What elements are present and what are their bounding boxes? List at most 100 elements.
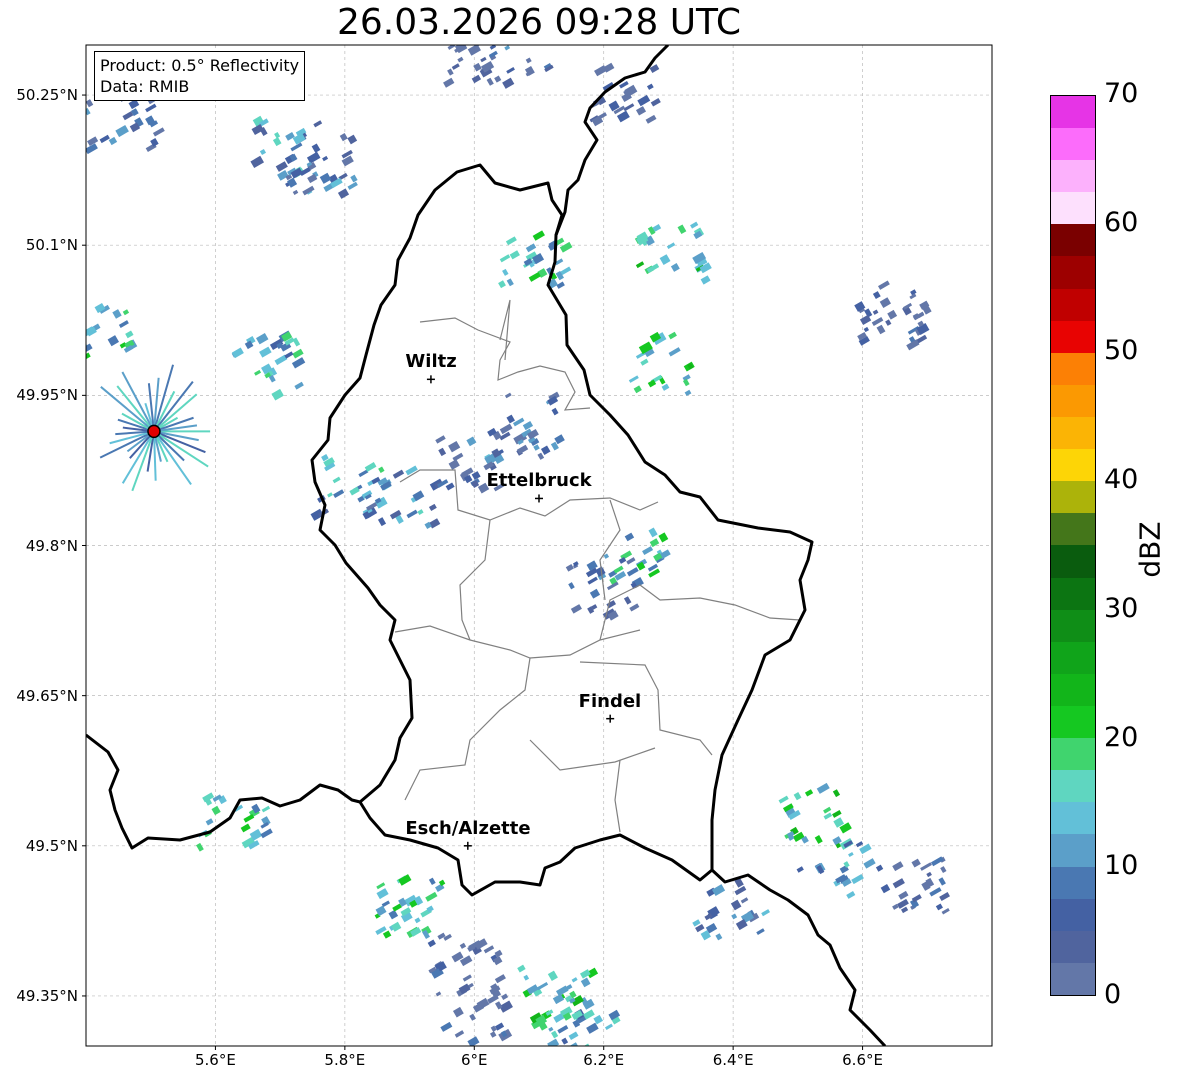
reflectivity-pixel xyxy=(240,823,251,833)
reflectivity-pixel xyxy=(548,1026,554,1032)
reflectivity-pixel xyxy=(451,63,460,70)
reflectivity-pixel xyxy=(692,919,701,927)
reflectivity-pixel xyxy=(376,888,389,900)
reflectivity-pixel xyxy=(16,425,22,431)
reflectivity-pixel xyxy=(122,309,130,316)
reflectivity-pixel xyxy=(427,939,436,948)
reflectivity-pixel xyxy=(523,974,530,981)
reflectivity-pixel xyxy=(517,964,526,973)
reflectivity-pixel xyxy=(565,563,574,572)
colorbar-segment xyxy=(1051,95,1095,129)
reflectivity-pixel xyxy=(261,805,271,813)
city-label: Wiltz xyxy=(405,351,457,373)
reflectivity-pixel xyxy=(587,576,598,585)
reflectivity-pixel xyxy=(438,447,447,457)
reflectivity-pixel xyxy=(382,930,392,939)
reflectivity-pixel xyxy=(462,29,471,38)
city-label: Ettelbruck xyxy=(486,470,592,492)
reflectivity-pixel xyxy=(872,291,881,300)
reflectivity-pixel xyxy=(878,280,890,290)
reflectivity-pixel xyxy=(292,189,299,195)
colorbar-tick-label: 0 xyxy=(1104,979,1122,1010)
reflectivity-pixel xyxy=(536,981,549,991)
radar-map xyxy=(15,23,993,1050)
reflectivity-pixel xyxy=(940,866,947,874)
reflectivity-pixel xyxy=(471,74,482,84)
reflectivity-pixel xyxy=(272,137,282,147)
x-tick-label: 5.6°E xyxy=(195,1051,236,1069)
reflectivity-pixel xyxy=(642,546,654,556)
reflectivity-pixel xyxy=(872,309,879,315)
reflectivity-pixel xyxy=(99,134,110,144)
reflectivity-pixel xyxy=(107,335,120,347)
reflectivity-pixel xyxy=(571,977,578,983)
reflectivity-pixel xyxy=(551,1030,559,1039)
reflectivity-pixel xyxy=(626,567,639,577)
reflectivity-pixel xyxy=(941,908,950,915)
reflectivity-pixel xyxy=(376,882,386,890)
x-tick-label: 6.4°E xyxy=(712,1051,754,1069)
reflectivity-pixel xyxy=(846,891,856,899)
colorbar-segment xyxy=(1051,866,1095,899)
reflectivity-pixel xyxy=(885,319,892,326)
reflectivity-pixel xyxy=(292,337,301,347)
reflectivity-pixel xyxy=(311,143,321,153)
reflectivity-pixel xyxy=(48,415,58,424)
reflectivity-pixel xyxy=(512,417,525,427)
reflectivity-pixel xyxy=(635,261,645,269)
reflectivity-pixel xyxy=(347,134,358,145)
reflectivity-pixel xyxy=(250,155,264,169)
reflectivity-pixel xyxy=(86,343,93,353)
colorbar-segment xyxy=(1051,834,1095,867)
reflectivity-pixel xyxy=(327,492,333,498)
colorbar-segment xyxy=(1051,930,1095,963)
reflectivity-pixel xyxy=(863,326,870,333)
reflectivity-pixel xyxy=(875,864,884,872)
colorbar-segment xyxy=(1051,481,1095,514)
reflectivity-pixel xyxy=(15,429,24,437)
y-tick-label: 49.65°N xyxy=(16,686,78,705)
colorbar-segment xyxy=(1051,898,1095,931)
reflectivity-pixel xyxy=(897,898,909,909)
reflectivity-pixel xyxy=(816,782,830,794)
reflectivity-pixel xyxy=(377,517,387,527)
reflectivity-pixel xyxy=(452,452,464,462)
reflectivity-pixel xyxy=(855,841,864,848)
colorbar-segment xyxy=(1051,352,1095,385)
reflectivity-pixel xyxy=(388,909,399,920)
reflectivity-pixel xyxy=(428,503,437,512)
reflectivity-pixel xyxy=(540,445,551,455)
colorbar-tick-label: 40 xyxy=(1104,464,1139,496)
reflectivity-pixel xyxy=(459,23,465,28)
reflectivity-pixel xyxy=(86,107,91,116)
germany-border xyxy=(554,45,670,236)
colorbar-tick-label: 20 xyxy=(1104,721,1139,753)
reflectivity-pixel xyxy=(454,1030,465,1038)
colorbar-tick-label: 50 xyxy=(1104,335,1139,367)
reflectivity-pixel xyxy=(670,263,680,272)
reflectivity-pixel xyxy=(443,77,455,88)
reflectivity-pixel xyxy=(392,469,405,479)
reflectivity-pixel xyxy=(31,444,43,454)
reflectivity-pixel xyxy=(260,828,273,839)
reflectivity-pixel xyxy=(900,906,909,914)
reflectivity-pixel xyxy=(16,429,27,439)
colorbar-segment xyxy=(1051,641,1095,674)
colorbar-segment xyxy=(1051,160,1095,193)
reflectivity-pixel xyxy=(580,977,591,988)
reflectivity-pixel xyxy=(715,933,723,941)
colorbar-segment xyxy=(1051,384,1095,418)
reflectivity-pixel xyxy=(322,155,329,162)
reflectivity-pixel xyxy=(466,436,477,447)
reflectivity-pixel xyxy=(505,236,517,246)
reflectivity-pixel xyxy=(700,275,711,285)
reflectivity-pixel xyxy=(582,1043,590,1046)
reflectivity-pixel xyxy=(814,835,823,844)
reflectivity-pixel xyxy=(892,878,905,889)
reflectivity-pixel xyxy=(75,304,84,313)
reflectivity-pixel xyxy=(24,447,36,457)
reflectivity-pixel xyxy=(284,351,294,359)
reflectivity-pixel xyxy=(597,112,607,120)
reflectivity-pixel xyxy=(659,254,671,266)
reflectivity-pixel xyxy=(378,466,385,474)
